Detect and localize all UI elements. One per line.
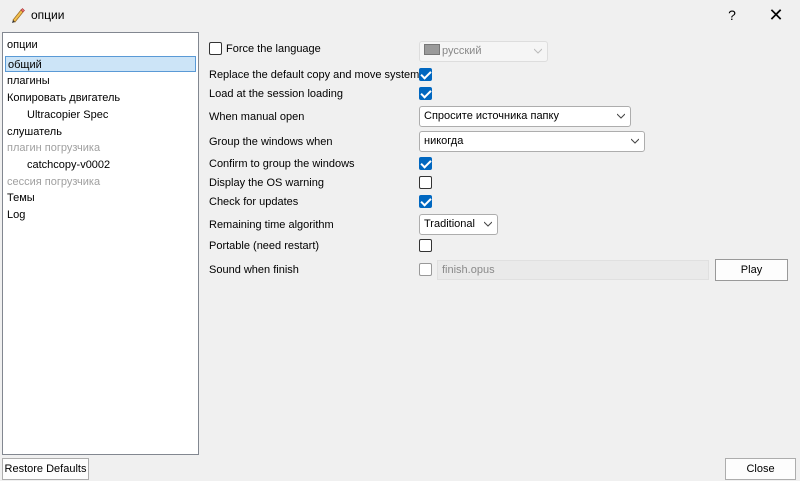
load-session-checkbox[interactable]: [419, 87, 432, 100]
title-bar: опции ? ✕: [0, 0, 800, 31]
tree-item-log[interactable]: Log: [7, 207, 25, 223]
tree-item-general[interactable]: общий: [5, 56, 196, 72]
sound-file-field: finish.opus: [437, 260, 709, 280]
tree-item-plugins[interactable]: плагины: [7, 73, 50, 89]
app-pencil-icon: [12, 8, 25, 23]
chevron-down-icon: [617, 113, 625, 119]
remaining-time-value: Traditional: [424, 218, 475, 230]
chevron-down-icon: [534, 48, 542, 54]
os-warning-checkbox[interactable]: [419, 176, 432, 189]
portable-checkbox[interactable]: [419, 239, 432, 252]
manual-open-select[interactable]: Спросите источника папку: [419, 106, 631, 127]
tree-item-loader-plugin: плагин погрузчика: [7, 142, 101, 154]
remaining-time-label: Remaining time algorithm: [209, 219, 334, 231]
language-select: русский: [419, 41, 548, 62]
sound-finish-checkbox[interactable]: [419, 263, 432, 276]
flag-icon: [424, 44, 440, 55]
language-value: русский: [442, 45, 482, 57]
tree-item-listener[interactable]: слушатель: [7, 124, 62, 140]
restore-defaults-button[interactable]: Restore Defaults: [2, 458, 89, 480]
group-windows-value: никогда: [424, 135, 464, 147]
chevron-down-icon: [631, 138, 639, 144]
portable-label: Portable (need restart): [209, 240, 320, 252]
chevron-down-icon: [484, 221, 492, 227]
manual-open-label: When manual open: [209, 111, 305, 123]
sound-finish-label: Sound when finish: [209, 264, 299, 276]
check-updates-checkbox[interactable]: [419, 195, 432, 208]
replace-copy-move-label: Replace the default copy and move system: [209, 69, 420, 81]
window-close-icon[interactable]: ✕: [762, 4, 790, 26]
manual-open-value: Спросите источника папку: [424, 110, 559, 122]
tree-item-ultracopier-spec[interactable]: Ultracopier Spec: [27, 107, 108, 123]
close-button[interactable]: Close: [725, 458, 796, 480]
window-title: опции: [31, 8, 65, 22]
group-windows-label: Group the windows when: [209, 136, 333, 148]
replace-copy-move-checkbox[interactable]: [419, 68, 432, 81]
tree-item-themes[interactable]: Темы: [7, 190, 35, 206]
confirm-group-checkbox[interactable]: [419, 157, 432, 170]
check-updates-label: Check for updates: [209, 196, 299, 208]
tree-item-session-loader: сессия погрузчика: [7, 176, 101, 188]
options-tree[interactable]: опции общий плагины Копировать двигатель…: [2, 32, 199, 455]
force-language-label: Force the language: [226, 43, 321, 55]
help-icon[interactable]: ?: [719, 4, 745, 26]
force-language-checkbox[interactable]: [209, 42, 222, 55]
tree-item-options[interactable]: опции: [7, 37, 38, 53]
tree-item-copy-engine[interactable]: Копировать двигатель: [7, 90, 120, 106]
confirm-group-label: Confirm to group the windows: [209, 158, 355, 170]
group-windows-select[interactable]: никогда: [419, 131, 645, 152]
play-button[interactable]: Play: [715, 259, 788, 281]
load-session-label: Load at the session loading: [209, 88, 343, 100]
remaining-time-select[interactable]: Traditional: [419, 214, 498, 235]
os-warning-label: Display the OS warning: [209, 177, 324, 189]
tree-item-catchcopy[interactable]: catchcopy-v0002: [27, 157, 110, 173]
